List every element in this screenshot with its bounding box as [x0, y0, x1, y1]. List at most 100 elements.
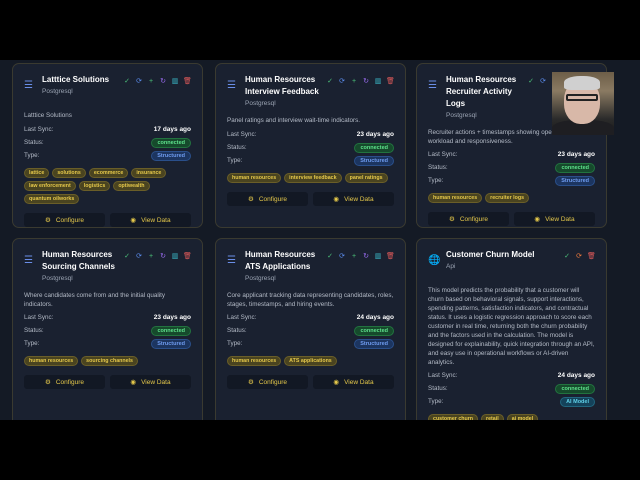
- tag[interactable]: quantum oilworks: [24, 194, 80, 204]
- type-badge-row: Type: Structured: [24, 150, 191, 161]
- last-sync-label: Last Sync:: [428, 372, 458, 379]
- card-subtitle: Postgresql: [245, 275, 276, 282]
- tag[interactable]: ecommerce: [88, 168, 129, 178]
- refresh-icon[interactable]: ⟳: [539, 78, 547, 86]
- check-icon[interactable]: ✓: [563, 253, 571, 261]
- type-badge-value: Structured: [555, 175, 595, 186]
- refresh-icon[interactable]: ⟳: [338, 253, 346, 261]
- card-title: Human Resources ATS Applications: [245, 250, 316, 271]
- tag[interactable]: retail: [481, 414, 504, 420]
- card-title: Human Resources Interview Feedback: [245, 75, 319, 96]
- eye-icon: ◉: [333, 379, 340, 386]
- tag-list: customer churn retail ai model: [428, 414, 595, 420]
- last-sync-value: 23 days ago: [356, 131, 394, 138]
- type-badge-row: Type: Structured: [24, 338, 191, 349]
- view-data-button[interactable]: ◉ View Data: [514, 212, 595, 226]
- database-icon: ☰: [227, 255, 236, 266]
- view-data-button[interactable]: ◉ View Data: [110, 375, 191, 389]
- add-icon[interactable]: +: [147, 253, 155, 261]
- tag-list: human resources ATS applications: [227, 356, 394, 366]
- gear-icon: ⚙: [44, 217, 51, 224]
- columns-icon[interactable]: ▥: [374, 253, 382, 261]
- refresh-orange-icon[interactable]: ⟳: [575, 253, 583, 261]
- tag[interactable]: interview feedback: [284, 173, 342, 183]
- check-icon[interactable]: ✓: [527, 78, 535, 86]
- type-badge-value: AI Model: [560, 396, 595, 407]
- view-data-button[interactable]: ◉ View Data: [110, 213, 191, 227]
- check-icon[interactable]: ✓: [123, 78, 131, 86]
- eye-icon: ◉: [333, 196, 340, 203]
- status-badge-value: connected: [354, 142, 394, 153]
- add-icon[interactable]: +: [350, 253, 358, 261]
- type-badge-row: Type: AI Model: [428, 396, 595, 407]
- title-box: Human Resources ATS Applications Postgres…: [243, 249, 320, 284]
- refresh-icon[interactable]: ⟳: [135, 253, 143, 261]
- check-icon[interactable]: ✓: [326, 78, 334, 86]
- configure-label: Configure: [459, 215, 488, 223]
- configure-button[interactable]: ⚙ Configure: [428, 212, 509, 226]
- tag[interactable]: optiwealth: [113, 181, 150, 191]
- add-icon[interactable]: +: [350, 78, 358, 86]
- tag[interactable]: ai model: [506, 414, 539, 420]
- columns-icon[interactable]: ▥: [171, 78, 179, 86]
- check-icon[interactable]: ✓: [326, 253, 334, 261]
- tag[interactable]: human resources: [227, 173, 282, 183]
- sync-icon[interactable]: ↻: [362, 253, 370, 261]
- delete-icon[interactable]: 🗑: [587, 253, 596, 261]
- eye-icon: ◉: [130, 217, 137, 224]
- card-buttons: ⚙ Configure ◉ View Data: [227, 375, 394, 389]
- configure-button[interactable]: ⚙ Configure: [24, 213, 105, 227]
- card-subtitle: Postgresql: [245, 100, 276, 107]
- tag[interactable]: sourcing channels: [81, 356, 138, 366]
- delete-icon[interactable]: 🗑: [183, 253, 192, 261]
- delete-icon[interactable]: 🗑: [183, 78, 192, 86]
- tag[interactable]: human resources: [428, 193, 483, 203]
- tag[interactable]: law enforcement: [24, 181, 76, 191]
- tag[interactable]: human resources: [24, 356, 79, 366]
- refresh-icon[interactable]: ⟳: [135, 78, 143, 86]
- refresh-icon[interactable]: ⟳: [338, 78, 346, 86]
- type-badge-value: Structured: [354, 155, 394, 166]
- last-sync-value: 24 days ago: [356, 314, 394, 321]
- type-badge-value: Structured: [151, 338, 191, 349]
- tag[interactable]: human resources: [227, 356, 282, 366]
- card-title: Human Resources Sourcing Channels: [42, 250, 115, 271]
- configure-button[interactable]: ⚙ Configure: [24, 375, 105, 389]
- webcam-overlay: [552, 72, 614, 135]
- columns-icon[interactable]: ▥: [171, 253, 179, 261]
- type-badge-row: Type: Structured: [227, 155, 394, 166]
- check-icon[interactable]: ✓: [123, 253, 131, 261]
- tag[interactable]: ATS applications: [284, 356, 337, 366]
- sync-icon[interactable]: ↻: [159, 78, 167, 86]
- tag[interactable]: recruiter logs: [485, 193, 530, 203]
- tag[interactable]: customer churn: [428, 414, 479, 420]
- database-icon: ☰: [428, 80, 437, 91]
- last-sync-value: 24 days ago: [557, 372, 595, 379]
- view-data-label: View Data: [545, 215, 575, 223]
- configure-button[interactable]: ⚙ Configure: [227, 375, 308, 389]
- columns-icon[interactable]: ▥: [374, 78, 382, 86]
- configure-button[interactable]: ⚙ Configure: [227, 192, 308, 206]
- view-data-button[interactable]: ◉ View Data: [313, 375, 394, 389]
- type-badge-label: Type:: [227, 157, 243, 164]
- sync-icon[interactable]: ↻: [362, 78, 370, 86]
- delete-icon[interactable]: 🗑: [386, 78, 395, 86]
- tag[interactable]: panel ratings: [344, 173, 388, 183]
- last-sync-label: Last Sync:: [24, 314, 54, 321]
- last-sync-label: Last Sync:: [227, 314, 257, 321]
- tag[interactable]: insurance: [131, 168, 167, 178]
- globe-icon: 🌐: [428, 255, 441, 266]
- sync-icon[interactable]: ↻: [159, 253, 167, 261]
- datasource-card: ☰ Human Resources Interview Feedback Postg…: [215, 63, 406, 228]
- title-box: Customer Churn Model Api: [444, 249, 557, 272]
- add-icon[interactable]: +: [147, 78, 155, 86]
- tag[interactable]: logistics: [78, 181, 111, 191]
- tag-list: human resources sourcing channels: [24, 356, 191, 366]
- card-actions: ✓ ⟳ 🗑: [563, 253, 596, 261]
- tag[interactable]: solutions: [52, 168, 86, 178]
- tag[interactable]: lattice: [24, 168, 50, 178]
- delete-icon[interactable]: 🗑: [386, 253, 395, 261]
- last-sync-row: Last Sync: 23 days ago: [227, 130, 394, 139]
- view-data-button[interactable]: ◉ View Data: [313, 192, 394, 206]
- status-badge-value: connected: [354, 325, 394, 336]
